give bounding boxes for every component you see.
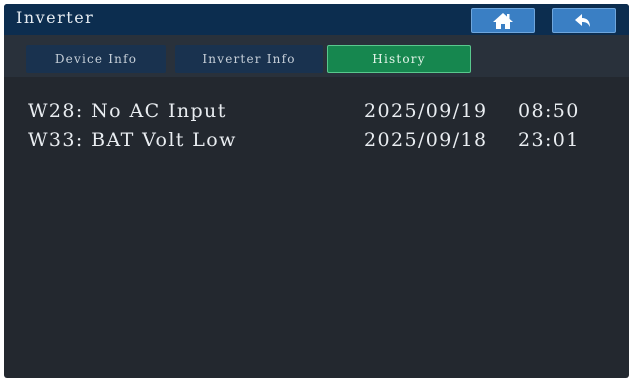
tab-bar: Device Info Inverter Info History [4,35,629,77]
history-list: W28: No AC Input 2025/09/19 08:50 W33: B… [4,77,629,378]
history-date: 2025/09/18 [364,129,488,151]
history-message: W33: BAT Volt Low [28,129,237,151]
back-arrow-icon [575,13,590,27]
history-message: W28: No AC Input [28,100,227,122]
tab-inverter-info[interactable]: Inverter Info [175,45,323,73]
list-item: W28: No AC Input 2025/09/19 08:50 [4,100,629,126]
tab-history[interactable]: History [327,45,471,73]
history-time: 08:50 [518,100,580,122]
list-item: W33: BAT Volt Low 2025/09/18 23:01 [4,129,629,155]
hmi-screen: Inverter Device Info Inverter Info Histo… [4,4,629,378]
page-title: Inverter [16,8,95,27]
home-button[interactable] [471,8,535,33]
tab-device-info[interactable]: Device Info [26,45,166,73]
history-time: 23:01 [518,129,580,151]
title-bar: Inverter [4,4,629,35]
history-date: 2025/09/19 [364,100,488,122]
back-button[interactable] [552,8,616,33]
home-icon [493,12,513,29]
